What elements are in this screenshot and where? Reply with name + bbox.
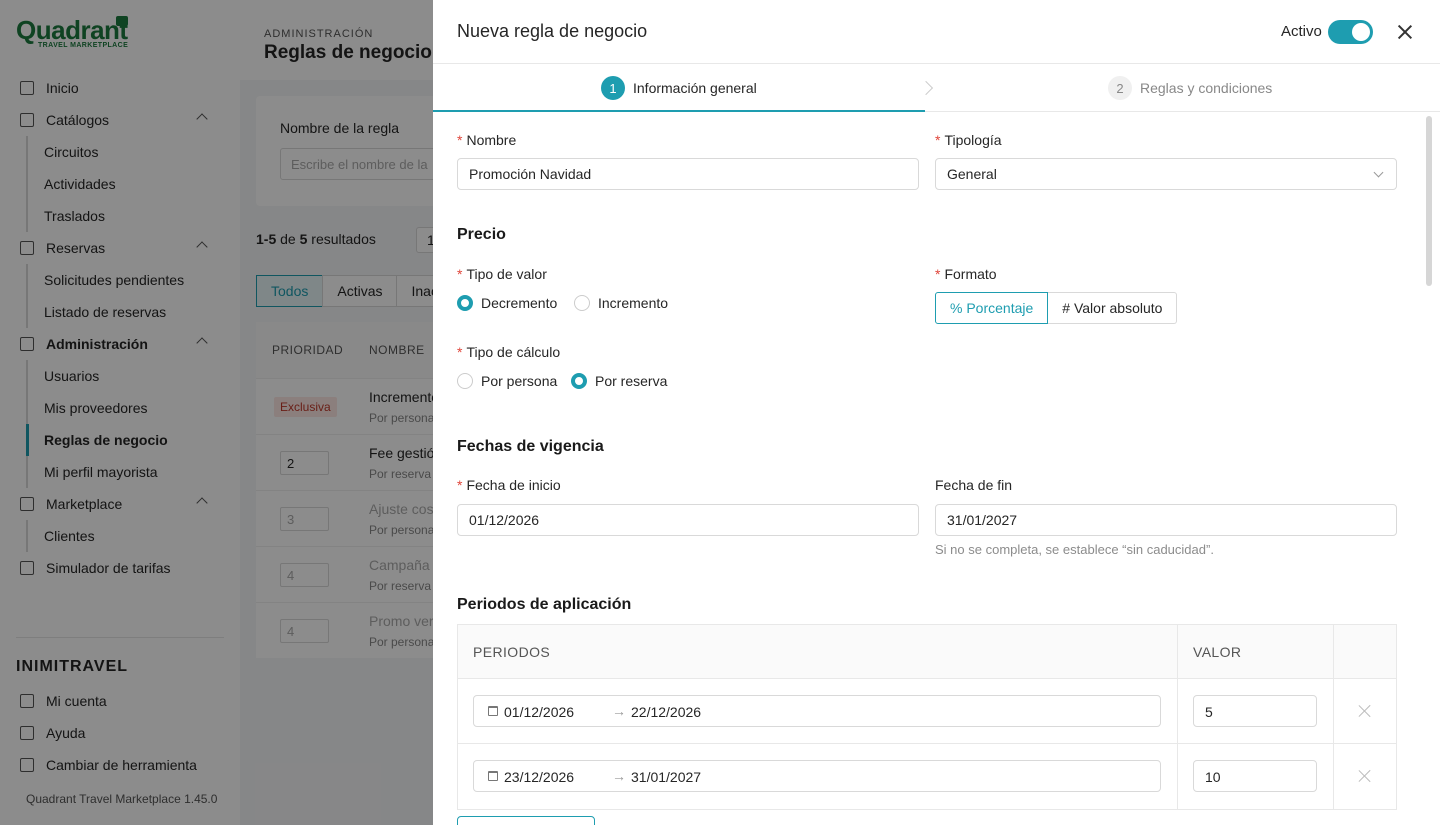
name-label: * Nombre bbox=[457, 132, 517, 148]
price-section-title: Precio bbox=[457, 226, 506, 243]
type-label: * Tipología bbox=[935, 132, 1002, 148]
period-value-input[interactable]: 5 bbox=[1193, 695, 1317, 727]
start-date-input[interactable]: 01/12/2026 bbox=[457, 504, 919, 536]
active-label: Activo bbox=[1281, 23, 1322, 40]
radio-dot bbox=[574, 295, 590, 311]
table-row: 23/12/2026 → 31/01/2027 10 bbox=[458, 744, 1396, 809]
format-porcentaje[interactable]: % Porcentaje bbox=[935, 292, 1049, 324]
calc-type-label: * Tipo de cálculo bbox=[457, 344, 561, 360]
drawer-title: Nueva regla de negocio bbox=[457, 21, 648, 41]
drawer-header: Nueva regla de negocio Activo bbox=[433, 0, 1440, 64]
range-from: 01/12/2026 bbox=[504, 704, 575, 720]
step-informacion-general[interactable]: 1 Información general bbox=[601, 76, 757, 100]
range-to: 22/12/2026 bbox=[631, 704, 702, 720]
end-date-label: Fecha de fin bbox=[935, 477, 1013, 493]
step-number: 2 bbox=[1108, 76, 1132, 100]
chevron-right-icon bbox=[918, 80, 934, 96]
end-date-hint: Si no se completa, se establece “sin cad… bbox=[935, 542, 1214, 557]
remove-row-icon[interactable] bbox=[1358, 769, 1372, 783]
radio-por-reserva[interactable]: Por reserva bbox=[571, 373, 667, 389]
format-label: * Formato bbox=[935, 266, 997, 282]
periods-table-header: PERIODOS VALOR bbox=[458, 625, 1396, 679]
radio-dot bbox=[457, 295, 473, 311]
range-from: 23/12/2026 bbox=[504, 769, 575, 785]
toggle-knob bbox=[1352, 23, 1370, 41]
radio-decremento[interactable]: Decremento bbox=[457, 295, 557, 311]
periods-section-title: Periodos de aplicación bbox=[457, 596, 632, 613]
format-valor-absoluto[interactable]: # Valor absoluto bbox=[1048, 292, 1178, 324]
table-row: 01/12/2026 → 22/12/2026 5 bbox=[458, 679, 1396, 744]
remove-row-icon[interactable] bbox=[1358, 704, 1372, 718]
dates-section-title: Fechas de vigencia bbox=[457, 438, 604, 455]
period-value-input[interactable]: 10 bbox=[1193, 760, 1317, 792]
radio-dot bbox=[457, 373, 473, 389]
active-toggle[interactable] bbox=[1328, 20, 1373, 44]
radio-incremento[interactable]: Incremento bbox=[574, 295, 668, 311]
scrollbar[interactable] bbox=[1426, 116, 1432, 286]
step-label: Información general bbox=[633, 80, 757, 96]
steps-nav: 1 Información general 2 Reglas y condici… bbox=[433, 64, 1440, 112]
end-date-input[interactable]: 31/01/2027 bbox=[935, 504, 1397, 536]
column-valor: VALOR bbox=[1193, 644, 1242, 660]
name-input[interactable]: Promoción Navidad bbox=[457, 158, 919, 190]
radio-por-persona[interactable]: Por persona bbox=[457, 373, 557, 389]
add-period-button[interactable] bbox=[457, 816, 595, 825]
format-segmented: % Porcentaje # Valor absoluto bbox=[935, 292, 1178, 324]
arrow-right-icon: → bbox=[612, 703, 626, 719]
start-date-label: * Fecha de inicio bbox=[457, 477, 561, 493]
calendar-icon bbox=[488, 771, 498, 781]
step-reglas-condiciones[interactable]: 2 Reglas y condiciones bbox=[1108, 76, 1272, 100]
range-to: 31/01/2027 bbox=[631, 769, 702, 785]
chevron-down-icon bbox=[1373, 167, 1384, 178]
radio-dot bbox=[571, 373, 587, 389]
period-range-picker[interactable]: 01/12/2026 → 22/12/2026 bbox=[473, 695, 1161, 727]
close-icon[interactable] bbox=[1395, 22, 1415, 42]
arrow-right-icon: → bbox=[612, 768, 626, 784]
step-number: 1 bbox=[601, 76, 625, 100]
step-label: Reglas y condiciones bbox=[1140, 80, 1273, 96]
period-range-picker[interactable]: 23/12/2026 → 31/01/2027 bbox=[473, 760, 1161, 792]
value-type-label: * Tipo de valor bbox=[457, 266, 547, 282]
periods-table: PERIODOS VALOR 01/12/2026 → 22/12/2026 5 bbox=[457, 624, 1397, 810]
new-rule-drawer: Nueva regla de negocio Activo 1 Informac… bbox=[433, 0, 1440, 825]
column-periodos: PERIODOS bbox=[473, 644, 551, 660]
drawer-body: * Nombre Promoción Navidad * Tipología Gen… bbox=[433, 112, 1440, 825]
type-select[interactable]: General bbox=[935, 158, 1397, 190]
calendar-icon bbox=[488, 706, 498, 716]
